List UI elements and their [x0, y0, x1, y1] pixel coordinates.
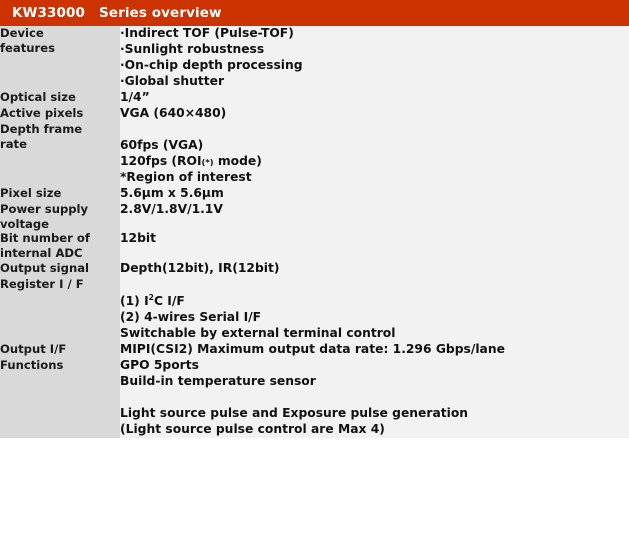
row-label-active-pixels: Active pixels — [0, 105, 120, 122]
row-label-depth-frame-rate: Depth frame rate — [0, 121, 120, 186]
row-value-pixel-size: 5.6μm x 5.6μm — [120, 185, 629, 202]
row-label-device-features: Device features — [0, 26, 120, 90]
row-label-power-supply-voltage: Power supply voltage — [0, 201, 120, 232]
row-value-device-feature-3: ·On-chip depth processing — [120, 57, 629, 74]
row-value-device-feature-4: ·Global shutter — [120, 73, 629, 90]
title-bar: KW33000 Series overview — [0, 0, 629, 26]
table-row: Active pixels VGA (640×480) — [0, 105, 629, 122]
table-row: Power supply voltage 2.8V/1.8V/1.1V — [0, 201, 629, 232]
row-value-output-signal: Depth(12bit), IR(12bit) — [120, 261, 629, 278]
row-value-device-feature-1: ·Indirect TOF (Pulse-TOF) — [120, 26, 629, 42]
row-value-function-2: Build-in temperature sensor — [120, 374, 629, 391]
row-value-function-3: Light source pulse and Exposure pulse ge… — [120, 390, 629, 439]
spec-table-body: Device features ·Indirect TOF (Pulse-TOF)… — [0, 26, 629, 439]
row-value-device-feature-2: ·Sunlight robustness — [120, 41, 629, 58]
row-value-output-if: MIPI(CSI2) Maximum output data rate: 1.2… — [120, 342, 629, 359]
row-value-function-1: GPO 5ports — [120, 358, 629, 375]
row-label-output-signal: Output signal — [0, 261, 120, 278]
row-label-output-if: Output I/F — [0, 342, 120, 359]
row-label-pixel-size: Pixel size — [0, 185, 120, 202]
table-row: Pixel size 5.6μm x 5.6μm — [0, 185, 629, 202]
table-row: Optical size 1/4” — [0, 89, 629, 106]
row-label-bit-number-internal-adc: Bit number of internal ADC — [0, 231, 120, 262]
table-row: Bit number of internal ADC 12bit — [0, 231, 629, 262]
table-row: Register I / F (1) I2C I/F (2) 4-wires Se… — [0, 277, 629, 343]
table-row: Output I/F MIPI(CSI2) Maximum output dat… — [0, 342, 629, 359]
specification-table: Device features ·Indirect TOF (Pulse-TOF)… — [0, 26, 629, 439]
table-row: Output signal Depth(12bit), IR(12bit) — [0, 261, 629, 278]
table-row: Functions GPO 5ports — [0, 358, 629, 439]
table-row: Device features ·Indirect TOF (Pulse-TOF) — [0, 26, 629, 90]
row-value-power-supply-voltage: 2.8V/1.8V/1.1V — [120, 201, 629, 232]
row-value-optical-size: 1/4” — [120, 89, 629, 106]
row-value-bit-number-internal-adc: 12bit — [120, 231, 629, 262]
spec-sheet: KW33000 Series overview Device features ·… — [0, 0, 629, 534]
row-value-depth-frame-rate: 60fps (VGA) 120fps (ROI(*) mode) *Region … — [120, 121, 629, 186]
row-value-register-if: (1) I2C I/F (2) 4-wires Serial I/F Switch… — [120, 277, 629, 343]
table-row: Depth frame rate 60fps (VGA) 120fps (ROI(*… — [0, 121, 629, 186]
product-code: KW33000 — [12, 5, 86, 21]
page-title: Series overview — [99, 5, 222, 21]
row-label-functions: Functions — [0, 358, 120, 439]
row-label-optical-size: Optical size — [0, 89, 120, 106]
row-value-active-pixels: VGA (640×480) — [120, 105, 629, 122]
row-label-register-if: Register I / F — [0, 277, 120, 343]
